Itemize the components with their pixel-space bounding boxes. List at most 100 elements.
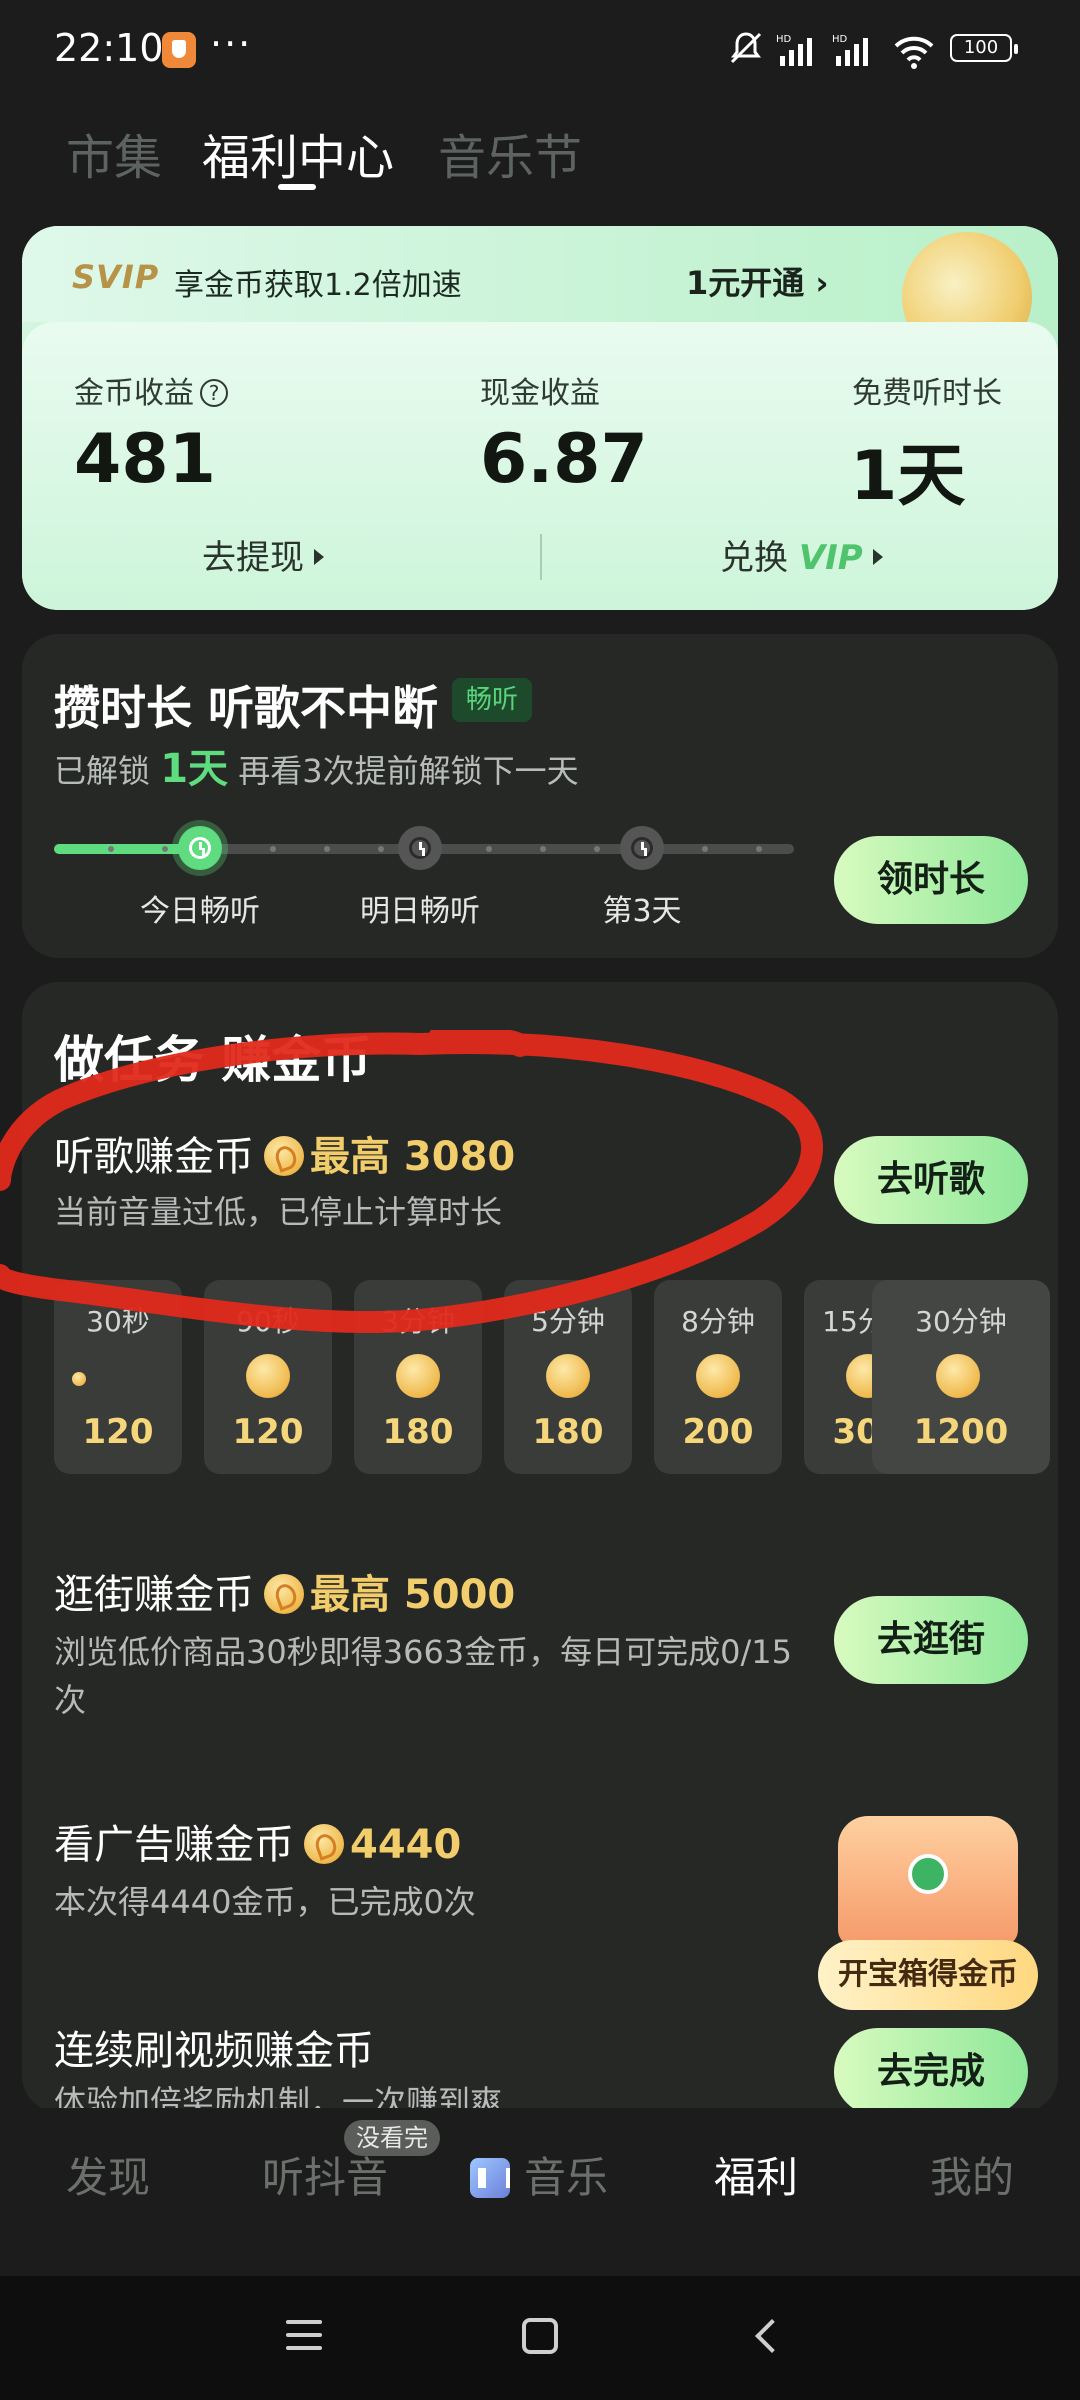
svg-text:HD: HD — [776, 34, 792, 45]
top-tabs: 市集 福利中心 音乐节 — [0, 110, 1080, 190]
clock-icon — [409, 837, 431, 859]
task-listen-desc: 当前音量过低，已停止计算时长 — [54, 1193, 503, 1231]
go-listen-button[interactable]: 去听歌 — [834, 1136, 1028, 1224]
svip-banner[interactable]: SVIP 享金币获取1.2倍加速 1元开通 › — [22, 226, 1058, 362]
withdraw-link[interactable]: 去提现 — [202, 530, 324, 579]
track-dot — [108, 846, 114, 852]
reward-tile[interactable]: 30秒 120 — [54, 1280, 182, 1474]
streak-node-label: 明日畅听 — [360, 894, 480, 929]
streak-title: 攒时长 听歌不中断 — [54, 681, 439, 735]
task-listen-title: 听歌赚金币 最高 3080 — [54, 1134, 516, 1180]
clock-icon — [189, 837, 211, 859]
track-dot — [324, 846, 330, 852]
signal-icon: HD — [776, 34, 812, 66]
earnings-card: SVIP 享金币获取1.2倍加速 1元开通 › 金币收益? 481 现金收益 6… — [22, 226, 1058, 610]
reward-tile[interactable]: 90秒 120 — [204, 1280, 332, 1474]
triangle-right-icon — [314, 549, 324, 565]
streak-node-day3 — [620, 826, 664, 870]
bottom-nav: 发现 听抖音 没看完 音乐 福利 我的 — [0, 2108, 1080, 2278]
go-complete-button[interactable]: 去完成 — [834, 2028, 1028, 2116]
track-dot — [162, 846, 168, 852]
tab-market[interactable]: 市集 — [66, 118, 162, 188]
task-video-title: 连续刷视频赚金币 — [54, 2028, 374, 2074]
coin-icon — [246, 1354, 290, 1398]
svip-open-button[interactable]: 1元开通 › — [686, 258, 829, 304]
help-icon[interactable]: ? — [200, 379, 228, 407]
more-dots-icon: ··· — [210, 22, 253, 66]
streak-node-label: 今日畅听 — [140, 894, 260, 929]
tab-indicator — [278, 184, 316, 190]
track-dot — [270, 846, 276, 852]
reward-tile[interactable]: 8分钟 200 — [654, 1280, 782, 1474]
go-shop-button[interactable]: 去逛街 — [834, 1596, 1028, 1684]
tasks-title: 做任务 赚金币 — [54, 1031, 372, 1089]
coin-earnings-value: 481 — [74, 420, 216, 499]
status-bar: 22:10 ··· HD HD 100 — [0, 0, 1080, 100]
home-icon[interactable] — [522, 2318, 558, 2354]
cash-earnings-value: 6.87 — [480, 420, 648, 499]
task-shop-desc: 浏览低价商品30秒即得3663金币，每日可完成0/15次 — [54, 1633, 793, 1719]
nav-welfare[interactable]: 福利 — [714, 2144, 798, 2205]
nav-music[interactable]: 音乐 — [470, 2144, 608, 2205]
open-chest-button[interactable]: 开宝箱得金币 — [818, 1940, 1038, 2010]
signal-icon: HD — [832, 34, 868, 66]
triangle-right-icon — [872, 549, 883, 565]
tab-welfare[interactable]: 福利中心 — [202, 118, 394, 188]
free-listen-label: 免费听时长 — [852, 376, 1002, 411]
treasure-chest-icon — [838, 1816, 1018, 1946]
streak-node-today — [178, 826, 222, 870]
menu-icon[interactable] — [286, 2320, 322, 2352]
task-ad-desc: 本次得4440金币，已完成0次 — [54, 1883, 476, 1921]
battery-icon: 100 — [950, 34, 1018, 62]
track-dot — [594, 846, 600, 852]
free-listen-value: 1天 — [850, 437, 966, 516]
coin-icon — [396, 1354, 440, 1398]
coin-earnings-label: 金币收益? — [74, 368, 228, 412]
wifi-icon — [894, 36, 934, 69]
status-time: 22:10 — [54, 26, 164, 70]
track-dot — [702, 846, 708, 852]
treasure-chest-widget[interactable]: 开宝箱得金币 — [818, 1816, 1038, 2016]
divider — [540, 534, 542, 580]
coin-icon — [264, 1574, 304, 1614]
reward-tile[interactable]: 5分钟 180 — [504, 1280, 632, 1474]
reward-tile[interactable]: 3分钟 180 — [354, 1280, 482, 1474]
coin-icon — [696, 1354, 740, 1398]
track-dot — [486, 846, 492, 852]
music-note-icon — [908, 1854, 948, 1894]
coin-icon — [304, 1824, 344, 1864]
track-dot — [540, 846, 546, 852]
coin-icon — [546, 1354, 590, 1398]
reward-tile-max[interactable]: 30分钟 1200 — [872, 1280, 1050, 1474]
track-dot — [378, 846, 384, 852]
nav-discover[interactable]: 发现 — [66, 2144, 150, 2205]
svg-text:HD: HD — [832, 34, 848, 45]
clock-icon — [631, 837, 653, 859]
claim-time-button[interactable]: 领时长 — [834, 836, 1028, 924]
task-ad-title: 看广告赚金币 4440 — [54, 1822, 462, 1868]
listen-streak-card: 攒时长 听歌不中断 畅听 已解锁 1天 再看3次提前解锁下一天 今日畅听 明日畅… — [22, 634, 1058, 958]
task-shop-title: 逛街赚金币 最高 5000 — [54, 1572, 516, 1618]
listen-reward-tiles: 30秒 120 90秒 120 3分钟 180 5分钟 180 8分钟 200 15分钟 3… — [54, 1280, 1050, 1474]
system-nav-bar — [0, 2276, 1080, 2400]
streak-badge: 畅听 — [452, 678, 533, 722]
music-icon — [470, 2158, 510, 2198]
back-icon[interactable] — [755, 2319, 789, 2353]
cash-earnings-label: 现金收益 — [480, 376, 600, 411]
track-dot — [756, 846, 762, 852]
coin-stack-icon — [936, 1354, 980, 1398]
shield-icon — [162, 32, 196, 68]
coin-icon — [72, 1372, 86, 1386]
stats-panel: 金币收益? 481 现金收益 6.87 免费听时长 1天 去提现 兑换 VIP — [22, 322, 1058, 610]
streak-node-label: 第3天 — [602, 894, 682, 929]
tab-music-festival[interactable]: 音乐节 — [438, 118, 582, 188]
nav-me[interactable]: 我的 — [930, 2144, 1014, 2205]
coin-icon — [264, 1136, 304, 1176]
unwatched-badge: 没看完 — [344, 2120, 440, 2156]
streak-subtitle: 已解锁 1天 再看3次提前解锁下一天 — [54, 746, 579, 792]
svip-text: 享金币获取1.2倍加速 — [174, 268, 462, 303]
bell-muted-icon — [730, 32, 762, 64]
exchange-vip-link[interactable]: 兑换 VIP — [720, 530, 883, 579]
svip-logo: SVIP — [72, 258, 160, 296]
streak-node-tomorrow — [398, 826, 442, 870]
